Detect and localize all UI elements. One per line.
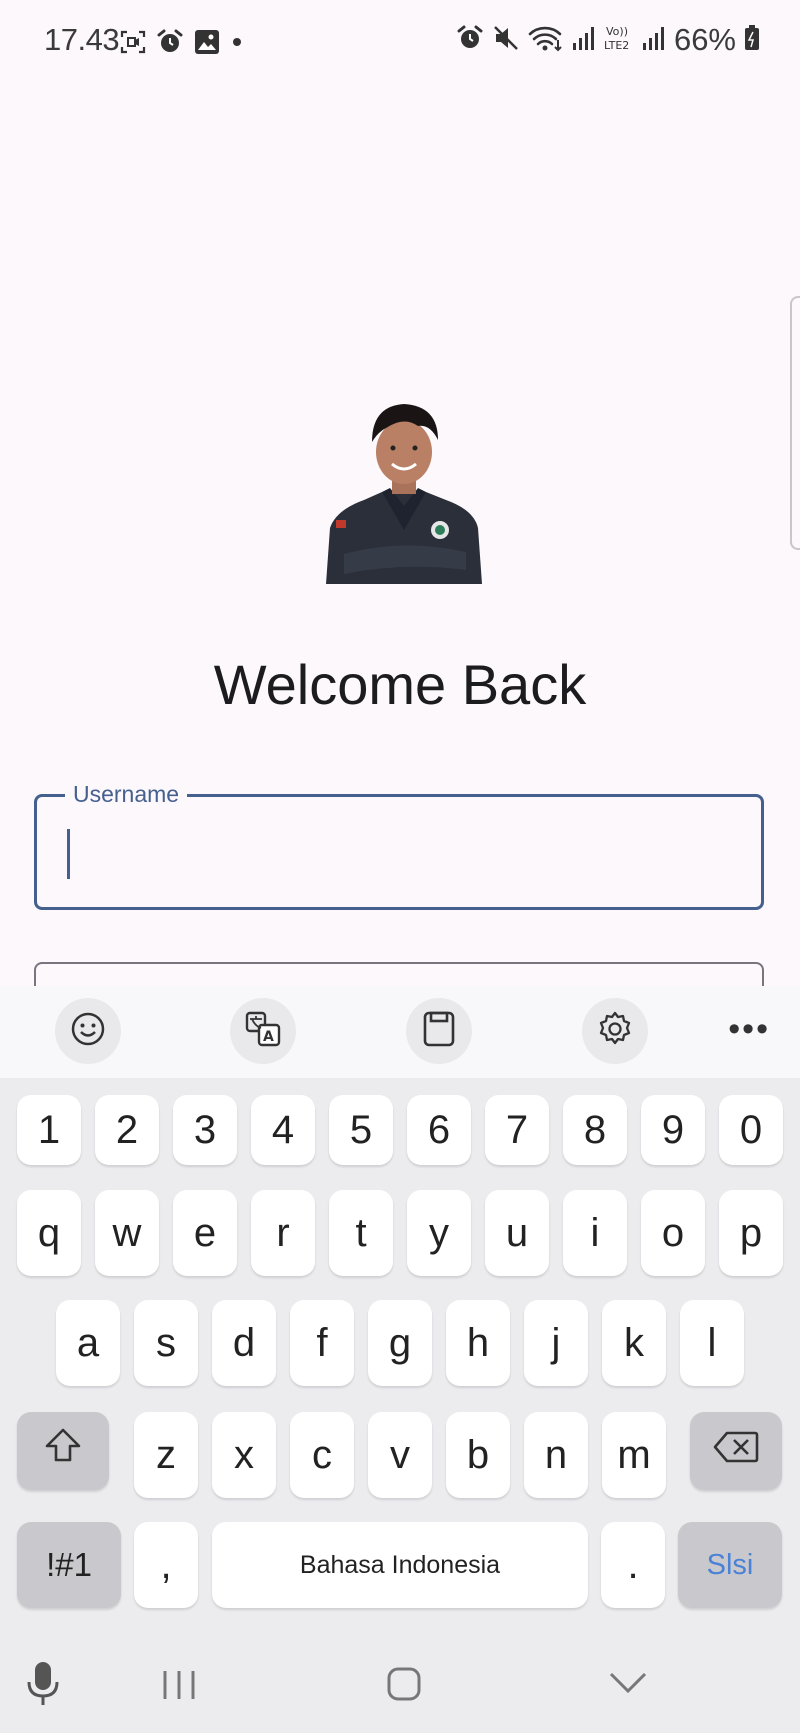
- letter-key-8[interactable]: o: [641, 1190, 705, 1276]
- emoji-icon: [70, 1011, 106, 1052]
- letter-key-row2-5[interactable]: h: [446, 1300, 510, 1386]
- letter-key-row2-2[interactable]: d: [212, 1300, 276, 1386]
- letter-key-6[interactable]: u: [485, 1190, 549, 1276]
- gallery-icon: [194, 29, 220, 60]
- battery-icon: [744, 24, 760, 56]
- signal-icon-2: [642, 25, 666, 56]
- letter-key-row2-0[interactable]: a: [56, 1300, 120, 1386]
- microphone-icon[interactable]: [26, 1660, 60, 1713]
- backspace-icon: [713, 1429, 759, 1474]
- battery-percent: 66%: [673, 22, 736, 57]
- letter-key-row3-6[interactable]: m: [602, 1412, 666, 1498]
- letter-key-4[interactable]: t: [329, 1190, 393, 1276]
- clipboard-icon: [422, 1010, 456, 1053]
- svg-text:LTE2: LTE2: [604, 39, 629, 52]
- letter-key-row3-5[interactable]: n: [524, 1412, 588, 1498]
- recent-apps-icon[interactable]: [162, 1668, 196, 1707]
- alarm-icon: [156, 28, 184, 61]
- letter-key-row3-2[interactable]: c: [290, 1412, 354, 1498]
- hide-keyboard-icon[interactable]: [608, 1670, 648, 1701]
- letter-key-row2-8[interactable]: l: [680, 1300, 744, 1386]
- svg-text:Vo)): Vo)): [606, 25, 628, 38]
- letter-key-row2-7[interactable]: k: [602, 1300, 666, 1386]
- home-icon[interactable]: [386, 1666, 422, 1707]
- translate-icon: A: [244, 1010, 282, 1053]
- period-key[interactable]: .: [601, 1522, 665, 1608]
- edge-panel-handle[interactable]: [790, 296, 800, 550]
- page-title: Welcome Back: [213, 653, 587, 716]
- emoji-button[interactable]: [55, 998, 121, 1064]
- number-key-0[interactable]: 1: [17, 1095, 81, 1165]
- status-bar: 17.43 Vo)) LTE2 66%: [0, 0, 800, 86]
- letter-key-row2-3[interactable]: f: [290, 1300, 354, 1386]
- signal-icon: [572, 25, 596, 56]
- number-key-2[interactable]: 3: [173, 1095, 237, 1165]
- status-time: 17.43: [44, 22, 120, 57]
- letter-key-0[interactable]: q: [17, 1190, 81, 1276]
- alarm-icon: [456, 24, 484, 57]
- profile-photo: [326, 402, 482, 584]
- letter-key-row3-0[interactable]: z: [134, 1412, 198, 1498]
- more-options-icon[interactable]: •••: [728, 1010, 770, 1049]
- screen-record-icon: [120, 29, 146, 60]
- clipboard-button[interactable]: [406, 998, 472, 1064]
- letter-key-row3-1[interactable]: x: [212, 1412, 276, 1498]
- number-key-7[interactable]: 8: [563, 1095, 627, 1165]
- volte-icon: Vo)) LTE2: [604, 24, 634, 57]
- text-cursor: [67, 829, 70, 879]
- space-key[interactable]: Bahasa Indonesia: [212, 1522, 588, 1608]
- letter-key-row2-1[interactable]: s: [134, 1300, 198, 1386]
- status-right-icons: Vo)) LTE2 66%: [456, 22, 760, 58]
- svg-text:A: A: [263, 1029, 274, 1045]
- number-key-9[interactable]: 0: [719, 1095, 783, 1165]
- number-key-8[interactable]: 9: [641, 1095, 705, 1165]
- gear-icon: [596, 1010, 634, 1053]
- enter-key[interactable]: Slsi: [678, 1522, 782, 1608]
- symbols-key[interactable]: !#1: [17, 1522, 121, 1608]
- keyboard: 1234567890 qwertyuiop asdfghjkl zxcvbnm …: [0, 1078, 800, 1638]
- number-key-4[interactable]: 5: [329, 1095, 393, 1165]
- username-field[interactable]: Username: [34, 781, 764, 910]
- wifi-icon: [528, 24, 564, 57]
- backspace-key[interactable]: [690, 1412, 782, 1490]
- number-key-3[interactable]: 4: [251, 1095, 315, 1165]
- letter-key-row2-4[interactable]: g: [368, 1300, 432, 1386]
- number-key-1[interactable]: 2: [95, 1095, 159, 1165]
- shift-key[interactable]: [17, 1412, 109, 1490]
- letter-key-3[interactable]: r: [251, 1190, 315, 1276]
- mute-icon: [492, 24, 520, 57]
- keyboard-settings-button[interactable]: [582, 998, 648, 1064]
- letter-key-row3-4[interactable]: b: [446, 1412, 510, 1498]
- comma-key[interactable]: ,: [134, 1522, 198, 1608]
- letter-key-7[interactable]: i: [563, 1190, 627, 1276]
- letter-key-row3-3[interactable]: v: [368, 1412, 432, 1498]
- letter-key-5[interactable]: y: [407, 1190, 471, 1276]
- letter-key-2[interactable]: e: [173, 1190, 237, 1276]
- letter-key-row2-6[interactable]: j: [524, 1300, 588, 1386]
- number-key-6[interactable]: 7: [485, 1095, 549, 1165]
- letter-key-1[interactable]: w: [95, 1190, 159, 1276]
- status-left-icons: [120, 28, 244, 61]
- navigation-bar: [0, 1638, 800, 1733]
- username-label: Username: [65, 781, 188, 808]
- translate-button[interactable]: A: [230, 998, 296, 1064]
- number-key-5[interactable]: 6: [407, 1095, 471, 1165]
- letter-key-9[interactable]: p: [719, 1190, 783, 1276]
- keyboard-toolbar: A •••: [0, 986, 800, 1078]
- notification-dot-icon: [230, 35, 244, 54]
- shift-icon: [43, 1426, 83, 1476]
